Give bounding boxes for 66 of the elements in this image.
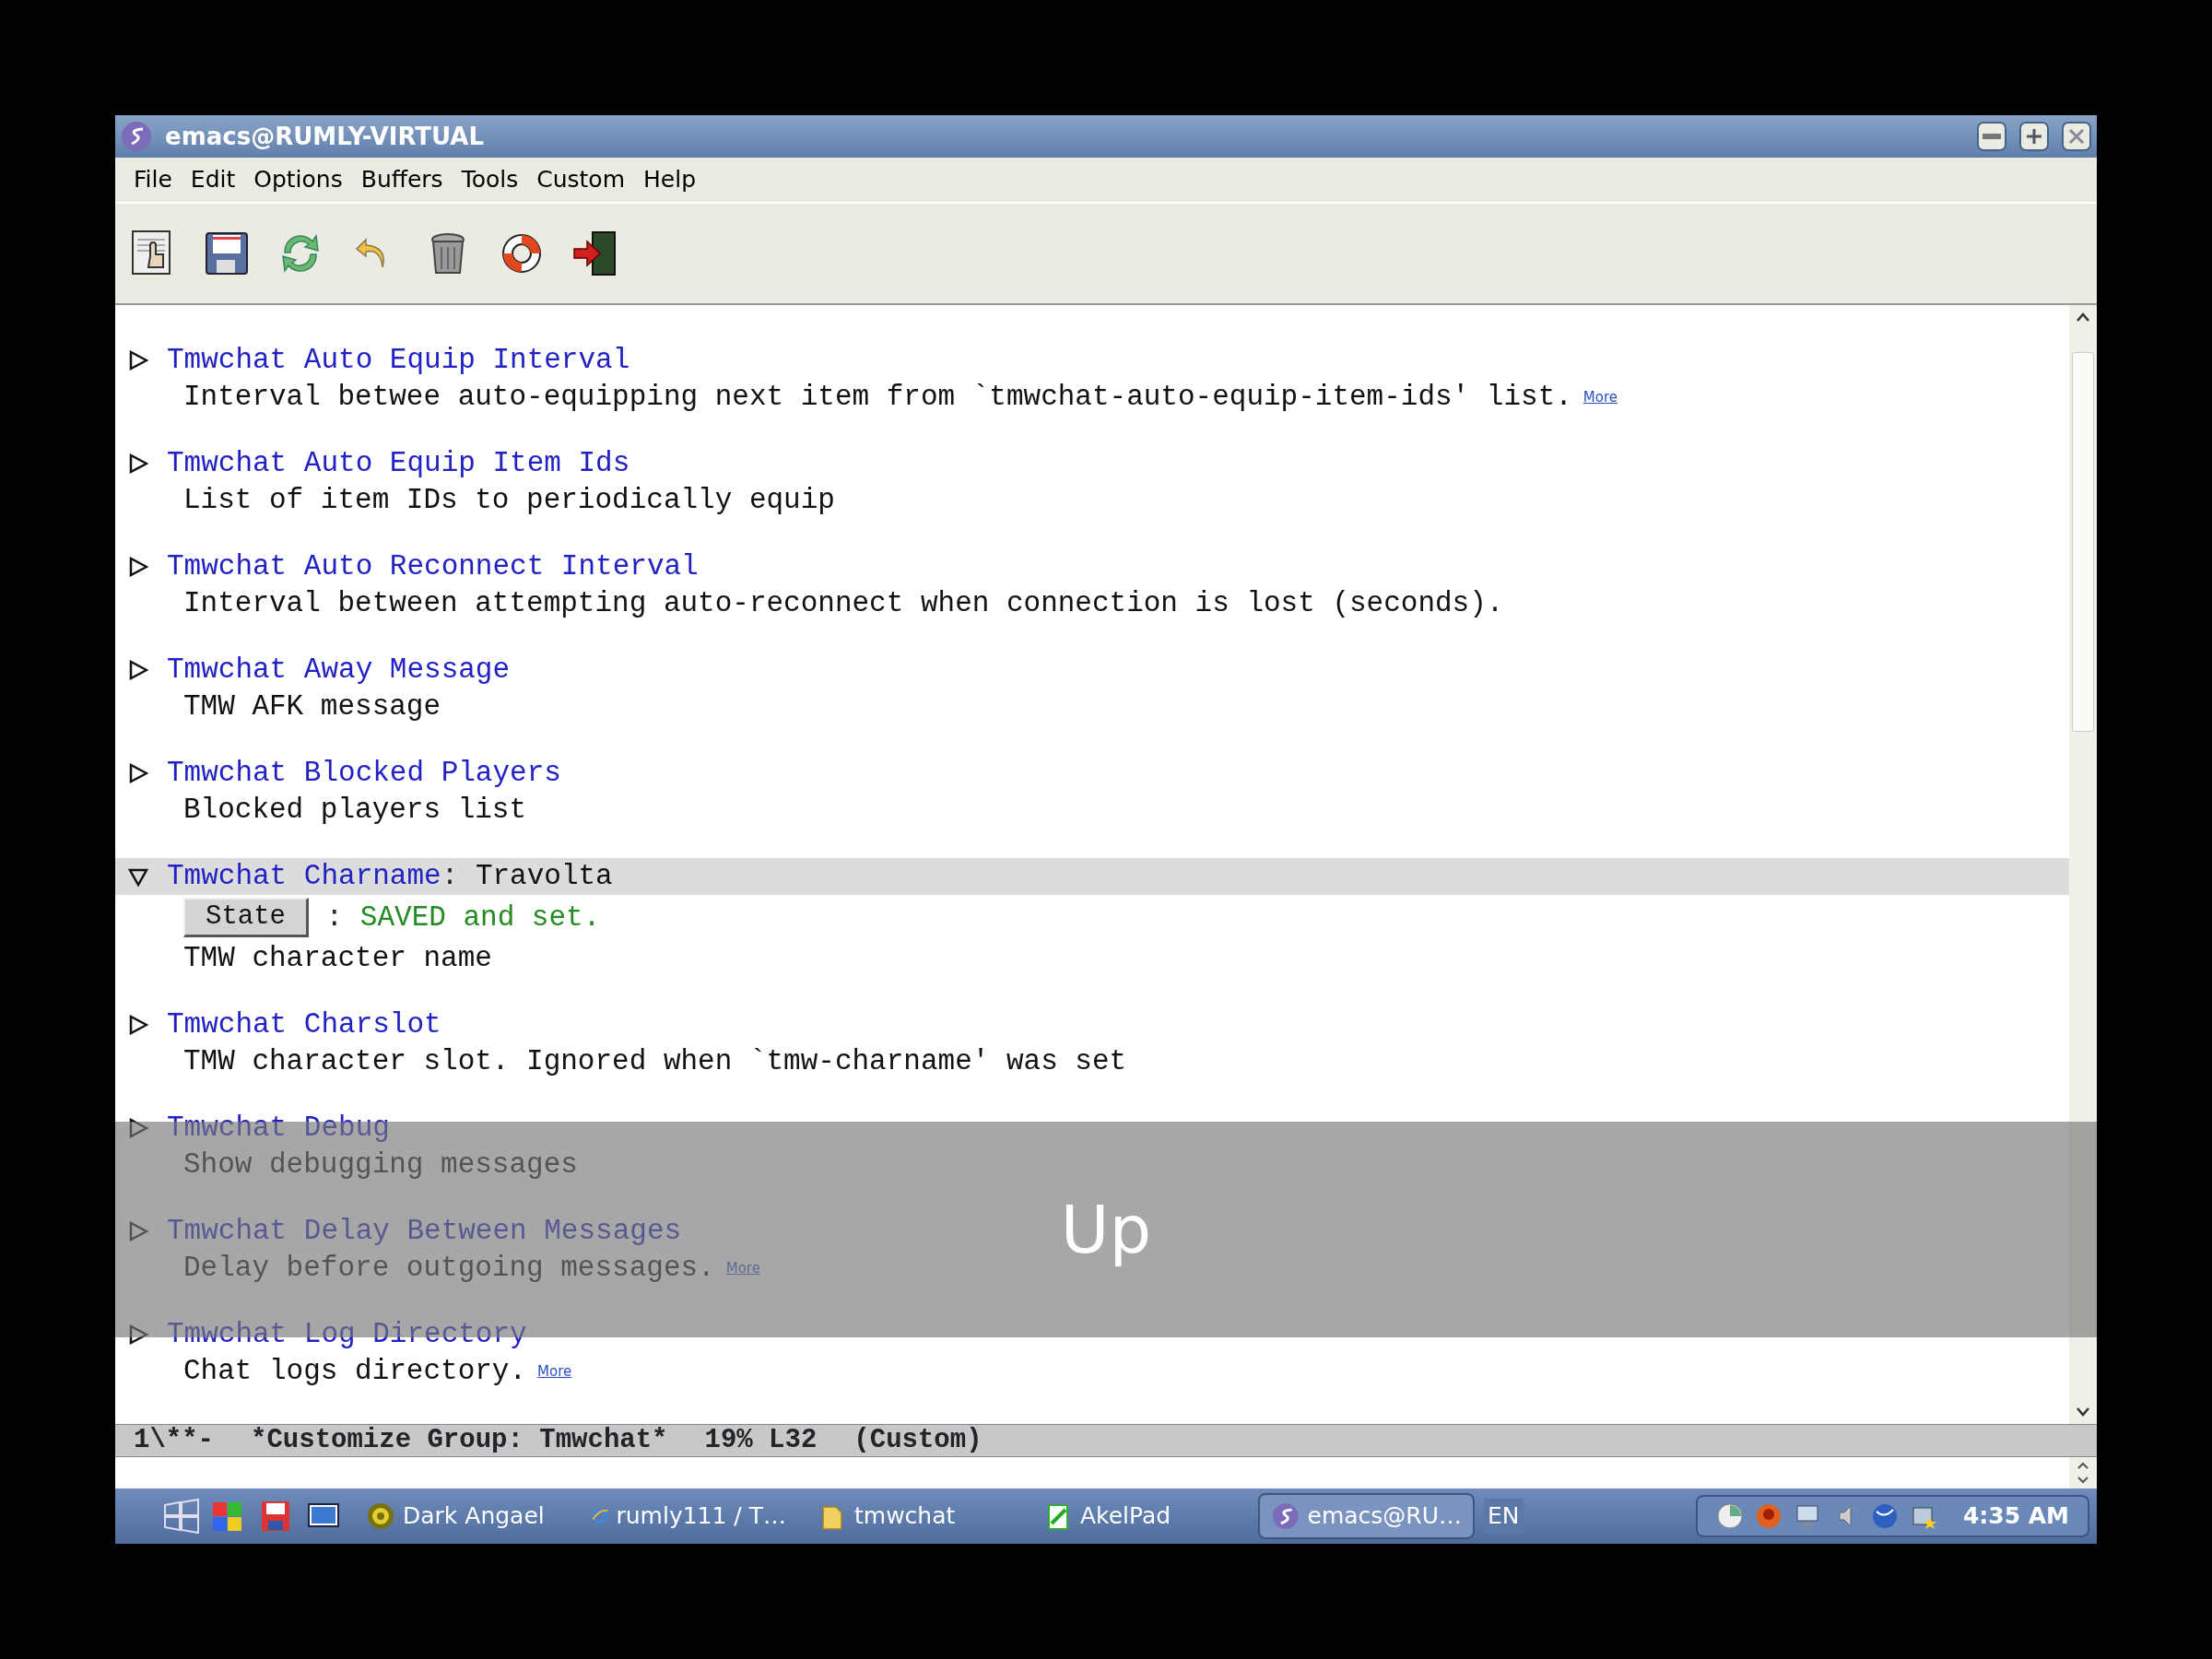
menu-item[interactable]: Edit — [181, 160, 245, 199]
mode-line-text: (Custom) — [853, 1424, 982, 1458]
mode-line-text: *Customize Group: Tmwchat* — [251, 1424, 668, 1458]
menu-item[interactable]: Options — [244, 160, 352, 199]
close-button[interactable] — [2062, 122, 2091, 151]
mode-line-text: 1\**- — [134, 1424, 214, 1458]
language-indicator[interactable]: EN — [1484, 1499, 1524, 1534]
globe-icon[interactable] — [1870, 1502, 1899, 1530]
taskbar-button[interactable]: tmwchat — [806, 1495, 1023, 1537]
state-text: SAVED and set. — [359, 900, 601, 935]
state-button[interactable]: State — [183, 898, 309, 938]
scrollbar[interactable] — [2069, 305, 2097, 1424]
more-link[interactable]: More — [537, 1363, 572, 1381]
exit-door-icon — [572, 229, 618, 278]
option-title[interactable]: Tmwchat Charname — [167, 858, 441, 896]
menu-item[interactable]: Tools — [452, 160, 528, 199]
option-description: Chat logs directory. — [183, 1355, 527, 1388]
expand-triangle-icon[interactable] — [128, 1015, 148, 1036]
overlay-label: Up — [1060, 1190, 1152, 1270]
menu-item[interactable]: File — [124, 160, 182, 199]
option-title[interactable]: Tmwchat Blocked Players — [167, 755, 561, 793]
option-description: List of item IDs to periodically equip — [183, 484, 835, 517]
menu-item[interactable]: Buffers — [351, 160, 453, 199]
option-title[interactable]: Tmwchat Auto Equip Interval — [167, 342, 630, 379]
taskbar-button[interactable]: AkelPad — [1032, 1495, 1249, 1537]
more-link[interactable]: More — [1583, 389, 1618, 406]
option-title[interactable]: Tmwchat Charslot — [167, 1006, 441, 1044]
option-description: Interval betwee auto-equipping next item from `tmwchat-auto-equip-item-ids' list. — [183, 381, 1572, 414]
option-description: TMW character name — [183, 942, 492, 975]
restore-icon — [2025, 127, 2043, 146]
expand-triangle-icon[interactable] — [128, 763, 148, 784]
colon-text: : — [324, 900, 345, 935]
option-description: TMW character slot. Ignored when `tmw-charname' was set — [183, 1045, 1127, 1078]
scroll-thumb[interactable] — [2072, 352, 2094, 732]
expand-triangle-icon[interactable] — [128, 660, 148, 681]
expand-triangle-icon[interactable] — [128, 557, 148, 578]
option-description: Delay before outgoing messages. — [183, 1252, 715, 1285]
minibuffer-scroll-icon[interactable] — [2069, 1457, 2097, 1488]
minimize-button[interactable] — [1977, 122, 2006, 151]
expand-triangle-icon[interactable] — [128, 1118, 148, 1139]
expand-triangle-icon[interactable] — [128, 350, 148, 371]
collapse-triangle-icon[interactable] — [128, 866, 148, 888]
taskbar-button[interactable]: rumly111 / T… — [581, 1495, 797, 1537]
taskbar-button[interactable]: Dark Angael — [355, 1495, 571, 1537]
expand-triangle-icon[interactable] — [128, 453, 148, 475]
clock-face-icon[interactable] — [1715, 1502, 1744, 1530]
exit-door-button[interactable] — [572, 229, 618, 278]
option-title[interactable]: Tmwchat Away Message — [167, 652, 511, 689]
option-title[interactable]: Tmwchat Auto Equip Item Ids — [167, 445, 630, 483]
option-title[interactable]: Tmwchat Auto Reconnect Interval — [167, 548, 699, 586]
option-description: TMW AFK message — [183, 690, 441, 724]
restore-button[interactable] — [2019, 122, 2049, 151]
option-value-field[interactable]: Travolta — [475, 858, 613, 896]
clock-text: 4:35 AM — [1962, 1501, 2069, 1532]
option-description: Blocked players list — [183, 794, 527, 827]
option-description: Show debugging messages — [183, 1148, 578, 1182]
menu-item[interactable]: Custom — [527, 160, 634, 199]
colon-text: : — [441, 859, 460, 895]
windows-logo-icon[interactable] — [161, 1498, 202, 1535]
option-description: Interval between attempting auto-reconnect when connection is lost (seconds). — [183, 587, 1504, 620]
mode-line-text: 19% L32 — [704, 1424, 818, 1458]
window-title: emacs@RUMLY-VIRTUAL — [165, 121, 484, 152]
expand-triangle-icon[interactable] — [128, 1324, 148, 1346]
minimize-icon — [1983, 134, 2001, 139]
menu-item[interactable]: Help — [634, 160, 705, 199]
close-icon — [2067, 127, 2086, 146]
